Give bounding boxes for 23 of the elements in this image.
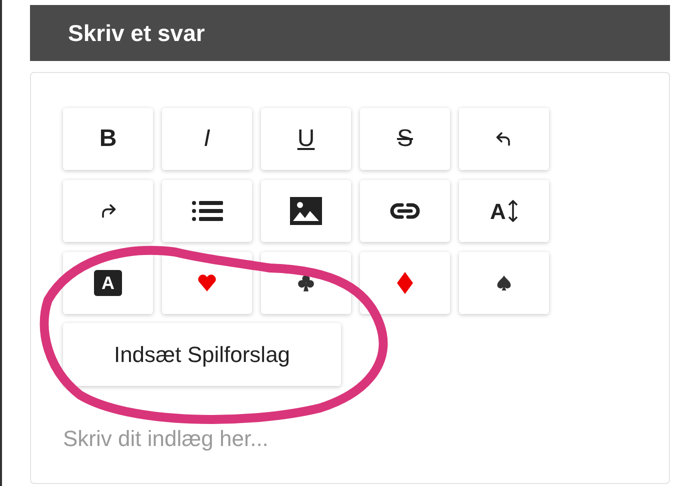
list-icon xyxy=(191,200,223,222)
strikethrough-button[interactable]: S xyxy=(360,108,450,170)
list-button[interactable] xyxy=(162,180,252,242)
header-title: Skriv et svar xyxy=(68,18,205,48)
diamond-button[interactable] xyxy=(360,252,450,314)
link-button[interactable] xyxy=(360,180,450,242)
font-size-label: A xyxy=(490,198,506,226)
underline-button[interactable]: U xyxy=(261,108,351,170)
image-icon xyxy=(290,197,322,225)
resize-arrow-icon xyxy=(508,200,518,222)
italic-button[interactable]: I xyxy=(162,108,252,170)
post-input-field[interactable]: Skriv dit indlæg her... xyxy=(63,422,623,456)
spade-icon xyxy=(495,273,513,293)
heart-icon xyxy=(197,273,217,293)
link-icon xyxy=(389,202,421,220)
suggest-button[interactable]: Indsæt Spilforslag xyxy=(63,323,341,386)
font-size-button[interactable]: A xyxy=(459,180,549,242)
highlight-label: A xyxy=(94,270,122,296)
diamond-icon xyxy=(397,272,413,294)
club-icon xyxy=(296,273,316,293)
spade-button[interactable] xyxy=(459,252,549,314)
image-button[interactable] xyxy=(261,180,351,242)
bold-button[interactable]: B xyxy=(63,108,153,170)
